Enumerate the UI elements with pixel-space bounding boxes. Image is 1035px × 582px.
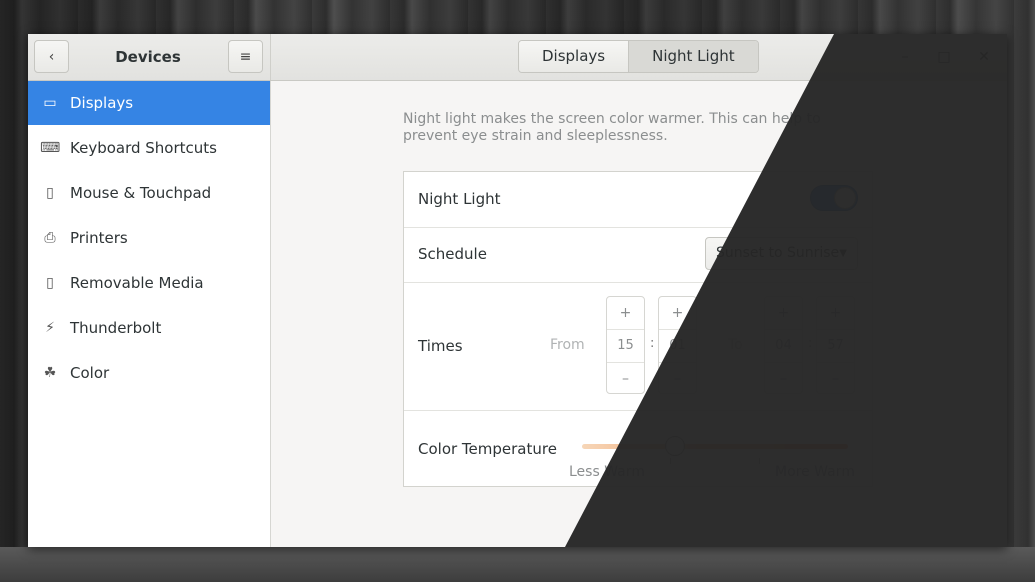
from-hour-increment-button[interactable]: + — [607, 297, 644, 329]
mouse-icon: ▯ — [46, 185, 54, 201]
tab-night-light[interactable]: Night Light — [628, 41, 758, 72]
desktop-wallpaper — [0, 547, 1035, 582]
settings-window: ‹ Devices ≡ Displays Night Light – □ ✕ ▭… — [28, 34, 1007, 547]
maximize-icon: □ — [937, 49, 951, 65]
from-minute-increment-button[interactable]: + — [659, 297, 696, 329]
times-label: Times — [418, 337, 463, 355]
minimize-button[interactable]: – — [892, 44, 918, 70]
from-label: From — [550, 337, 585, 353]
schedule-dropdown[interactable]: Sunset to Sunrise ▼ — [705, 237, 858, 270]
night-light-panel: Night Light Schedule Sunset to Sunrise ▼… — [403, 171, 873, 487]
minimize-icon: – — [901, 49, 909, 65]
sidebar-item-label: Printers — [70, 229, 128, 247]
night-light-label: Night Light — [418, 190, 501, 208]
slider-tick — [759, 458, 760, 464]
keyboard-icon: ⌨ — [40, 140, 61, 156]
from-hour-spinner: + 15 – — [606, 296, 645, 394]
sidebar-item-mouse-touchpad[interactable]: ▯ Mouse & Touchpad — [28, 171, 270, 215]
to-minute-value[interactable]: 57 — [817, 329, 854, 363]
sidebar: ▭ Displays ⌨ Keyboard Shortcuts ▯ Mouse … — [28, 81, 271, 547]
from-minute-decrement-button[interactable]: – — [659, 363, 696, 395]
printer-icon: ⎙ — [44, 230, 56, 246]
sidebar-item-label: Keyboard Shortcuts — [70, 139, 217, 157]
night-light-description: Night light makes the screen color warme… — [403, 111, 821, 144]
night-light-switch[interactable] — [810, 185, 858, 211]
to-minute-spinner: + 57 – — [816, 296, 855, 394]
times-row: Times From + 15 – : + 01 – To + 04 –: +… — [404, 282, 872, 411]
sidebar-item-displays[interactable]: ▭ Displays — [28, 81, 270, 125]
thunderbolt-icon: ⚡ — [45, 320, 55, 336]
to-hour-increment-button[interactable]: + — [765, 297, 802, 329]
slider-handle[interactable] — [665, 436, 686, 456]
to-hour-value[interactable]: 04 — [765, 329, 802, 363]
removable-media-icon: ▯ — [46, 275, 54, 291]
switch-knob — [834, 187, 856, 209]
night-light-row: Night Light — [404, 172, 872, 228]
sidebar-item-color[interactable]: ☘ Color — [28, 351, 270, 395]
sidebar-item-label: Thunderbolt — [70, 319, 162, 337]
color-temperature-label: Color Temperature — [418, 440, 557, 458]
from-hour-decrement-button[interactable]: – — [607, 363, 644, 395]
page-title: Devices — [115, 48, 181, 66]
hamburger-icon: ≡ — [239, 48, 252, 65]
to-time-separator: : — [808, 336, 813, 351]
sidebar-item-printers[interactable]: ⎙ Printers — [28, 216, 270, 260]
header-bar: ‹ Devices ≡ Displays Night Light – □ ✕ — [28, 34, 1007, 81]
display-icon: ▭ — [43, 95, 57, 111]
view-switcher: Displays Night Light — [518, 40, 759, 73]
to-minute-decrement-button[interactable]: – — [817, 363, 854, 395]
sidebar-item-label: Displays — [70, 94, 134, 112]
from-hour-value[interactable]: 15 — [607, 329, 644, 363]
to-hour-spinner: + 04 – — [764, 296, 803, 394]
to-label: To — [728, 337, 743, 353]
slider-tick — [670, 458, 671, 464]
color-icon: ☘ — [43, 365, 57, 381]
night-light-page: Night light makes the screen color warme… — [271, 81, 1007, 547]
chevron-down-icon: ▼ — [839, 248, 847, 259]
more-warm-label: More Warm — [775, 464, 855, 480]
header-divider — [270, 34, 271, 80]
color-temperature-row: Color Temperature Less Warm More Warm — [404, 410, 872, 486]
to-hour-decrement-button[interactable]: – — [765, 363, 802, 395]
schedule-value: Sunset to Sunrise — [716, 245, 840, 261]
menu-button[interactable]: ≡ — [228, 40, 263, 73]
sidebar-item-thunderbolt[interactable]: ⚡ Thunderbolt — [28, 306, 270, 350]
sidebar-item-keyboard-shortcuts[interactable]: ⌨ Keyboard Shortcuts — [28, 126, 270, 170]
schedule-label: Schedule — [418, 245, 487, 263]
tab-displays[interactable]: Displays — [519, 41, 629, 72]
sidebar-item-removable-media[interactable]: ▯ Removable Media — [28, 261, 270, 305]
back-button[interactable]: ‹ — [34, 40, 69, 73]
sidebar-item-label: Removable Media — [70, 274, 204, 292]
close-icon: ✕ — [978, 49, 990, 65]
from-minute-value[interactable]: 01 — [659, 329, 696, 363]
sidebar-item-label: Mouse & Touchpad — [70, 184, 212, 202]
from-time-separator: : — [650, 336, 655, 351]
schedule-row: Schedule Sunset to Sunrise ▼ — [404, 227, 872, 283]
maximize-button[interactable]: □ — [931, 44, 957, 70]
to-minute-increment-button[interactable]: + — [817, 297, 854, 329]
chevron-left-icon: ‹ — [48, 48, 55, 65]
close-button[interactable]: ✕ — [971, 44, 997, 70]
less-warm-label: Less Warm — [569, 464, 645, 480]
from-minute-spinner: + 01 – — [658, 296, 697, 394]
color-temperature-slider[interactable] — [582, 444, 848, 449]
sidebar-item-label: Color — [70, 364, 110, 382]
